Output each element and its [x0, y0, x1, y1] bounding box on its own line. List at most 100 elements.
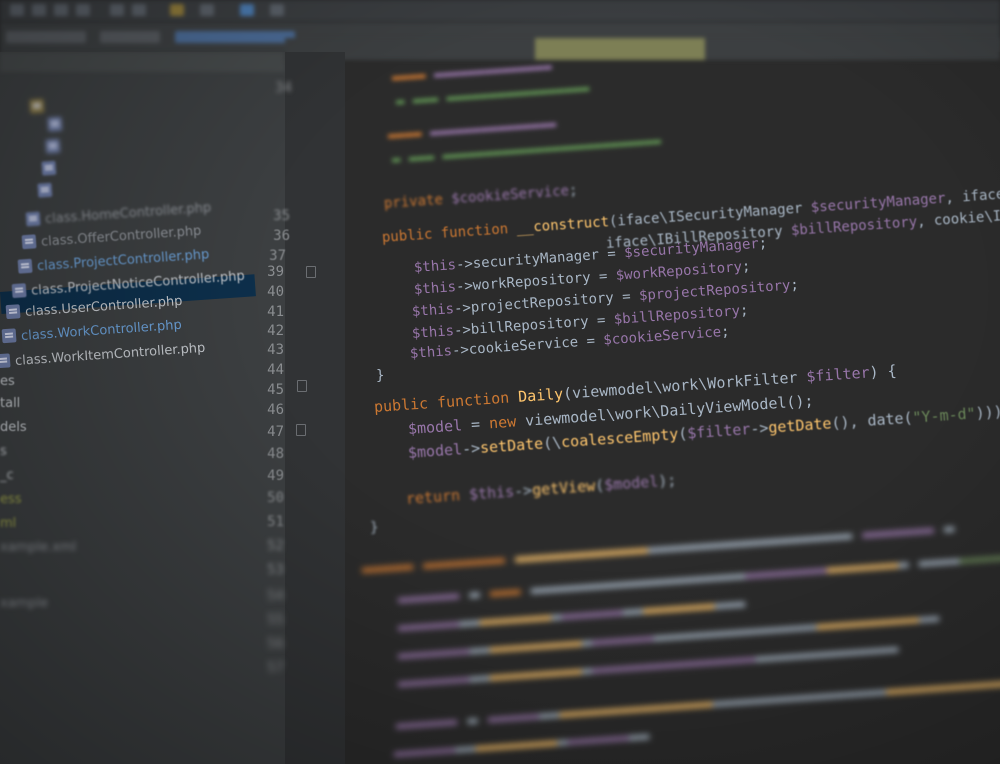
code-token: (\ [542, 433, 562, 453]
line-number: 51 [267, 514, 284, 530]
tree-file[interactable] [41, 159, 61, 180]
tree-folder-label: s [0, 444, 7, 459]
line-number: 39 [267, 264, 284, 280]
folder-icon [29, 98, 45, 114]
line-number: 46 [267, 402, 284, 418]
toolbar-icon[interactable] [132, 4, 146, 16]
code-token: } [370, 520, 379, 536]
tree-file[interactable] [37, 181, 57, 202]
code-line: } [376, 368, 384, 384]
php-file-icon [21, 234, 37, 250]
toolbar-icon[interactable] [54, 4, 68, 16]
code-token: ; [758, 235, 768, 252]
toolbar-icon[interactable] [200, 4, 214, 16]
breadcrumb-item[interactable] [6, 31, 86, 43]
tree-folder[interactable]: es [0, 372, 15, 392]
code-token: ))); [974, 401, 1000, 423]
fold-marker-icon[interactable] [296, 424, 306, 436]
line-number: 56 [267, 636, 284, 652]
ide-window: class.HomeController.php class.OfferCont… [0, 0, 1000, 764]
code-token: ; [568, 182, 578, 200]
toolbar-icon[interactable] [240, 4, 254, 16]
breadcrumb-item[interactable] [175, 31, 295, 43]
line-number: 47 [267, 424, 284, 440]
code-token: ; [789, 276, 800, 294]
code-token: -> [461, 438, 481, 459]
code-token: $model [407, 440, 463, 462]
toolbar-icon[interactable] [10, 4, 24, 16]
toolbar-icon[interactable] [170, 4, 184, 16]
line-number: 49 [267, 468, 284, 484]
code-token: $this [413, 279, 457, 298]
code-line: } [370, 520, 378, 536]
code-token: } [376, 368, 385, 384]
tree-folder-label: tall [0, 396, 21, 411]
code-token: Daily [517, 384, 564, 406]
tree-file[interactable]: xample [0, 594, 48, 614]
line-number: 44 [267, 362, 284, 378]
tree-file-label: xample.xml [0, 540, 77, 555]
line-number: 48 [267, 446, 284, 462]
tree-folder-label: _c [0, 468, 14, 483]
php-file-icon [17, 258, 33, 274]
tree-file-label: xample [0, 596, 49, 611]
php-file-icon [0, 353, 11, 369]
tree-file[interactable] [45, 137, 65, 158]
tree-folder-label: es [0, 374, 15, 389]
code-token: ); [657, 471, 677, 491]
toolbar-icon[interactable] [110, 4, 124, 16]
toolbar-icon[interactable] [32, 4, 46, 16]
line-number: 41 [267, 304, 284, 320]
php-file-icon [25, 211, 41, 227]
code-token: $this [411, 323, 455, 342]
code-token: $this [413, 257, 457, 276]
line-number: 45 [267, 382, 284, 398]
line-number: 43 [267, 342, 284, 358]
tree-folder-label: dels [0, 420, 27, 435]
php-file-icon [5, 304, 21, 320]
code-token: return [405, 486, 461, 508]
tree-folder[interactable]: dels [0, 418, 27, 438]
tree-file[interactable] [47, 115, 67, 136]
php-file-icon [45, 138, 61, 154]
code-token: $this [459, 482, 515, 505]
line-number: 37 [269, 248, 286, 264]
line-number: 34 [275, 80, 292, 96]
line-number: 52 [267, 538, 284, 554]
breadcrumb-item[interactable] [100, 31, 160, 43]
editor-tabs [285, 38, 1000, 60]
line-number: 40 [267, 284, 284, 300]
toolbar-icon[interactable] [270, 4, 284, 16]
code-token: $this [411, 301, 455, 320]
tree-file[interactable]: xample.xml [0, 538, 76, 558]
tree-folder[interactable]: s [0, 442, 7, 462]
line-number: 57 [267, 660, 284, 676]
fold-marker-icon[interactable] [297, 380, 307, 392]
tree-file-label: ml [0, 516, 17, 531]
php-file-icon [11, 283, 27, 299]
code-token: = [461, 414, 490, 435]
code-token: -> [749, 418, 769, 439]
toolbar-icon[interactable] [76, 4, 90, 16]
main-toolbar [0, 0, 1000, 22]
line-number: 54 [267, 588, 284, 604]
fold-marker-icon[interactable] [306, 266, 316, 278]
tree-file[interactable]: ess [0, 490, 22, 510]
php-file-icon [41, 160, 57, 176]
code-token: $this [409, 343, 453, 362]
code-token: ; [720, 323, 731, 341]
tree-file-label: ess [0, 492, 22, 507]
code-token: ; [739, 302, 749, 320]
tree-folder[interactable] [29, 97, 49, 118]
line-number: 53 [267, 562, 284, 578]
tree-folder[interactable]: tall [0, 394, 20, 414]
php-file-icon [1, 328, 17, 344]
project-panel-header [0, 52, 285, 72]
code-token: $model [603, 472, 659, 495]
code-token: $model [407, 416, 463, 438]
tree-folder[interactable]: _c [0, 466, 14, 486]
line-number: 36 [273, 228, 290, 244]
tab-active[interactable] [535, 38, 705, 60]
tree-file[interactable]: ml [0, 514, 16, 534]
code-token: -> [513, 481, 533, 501]
